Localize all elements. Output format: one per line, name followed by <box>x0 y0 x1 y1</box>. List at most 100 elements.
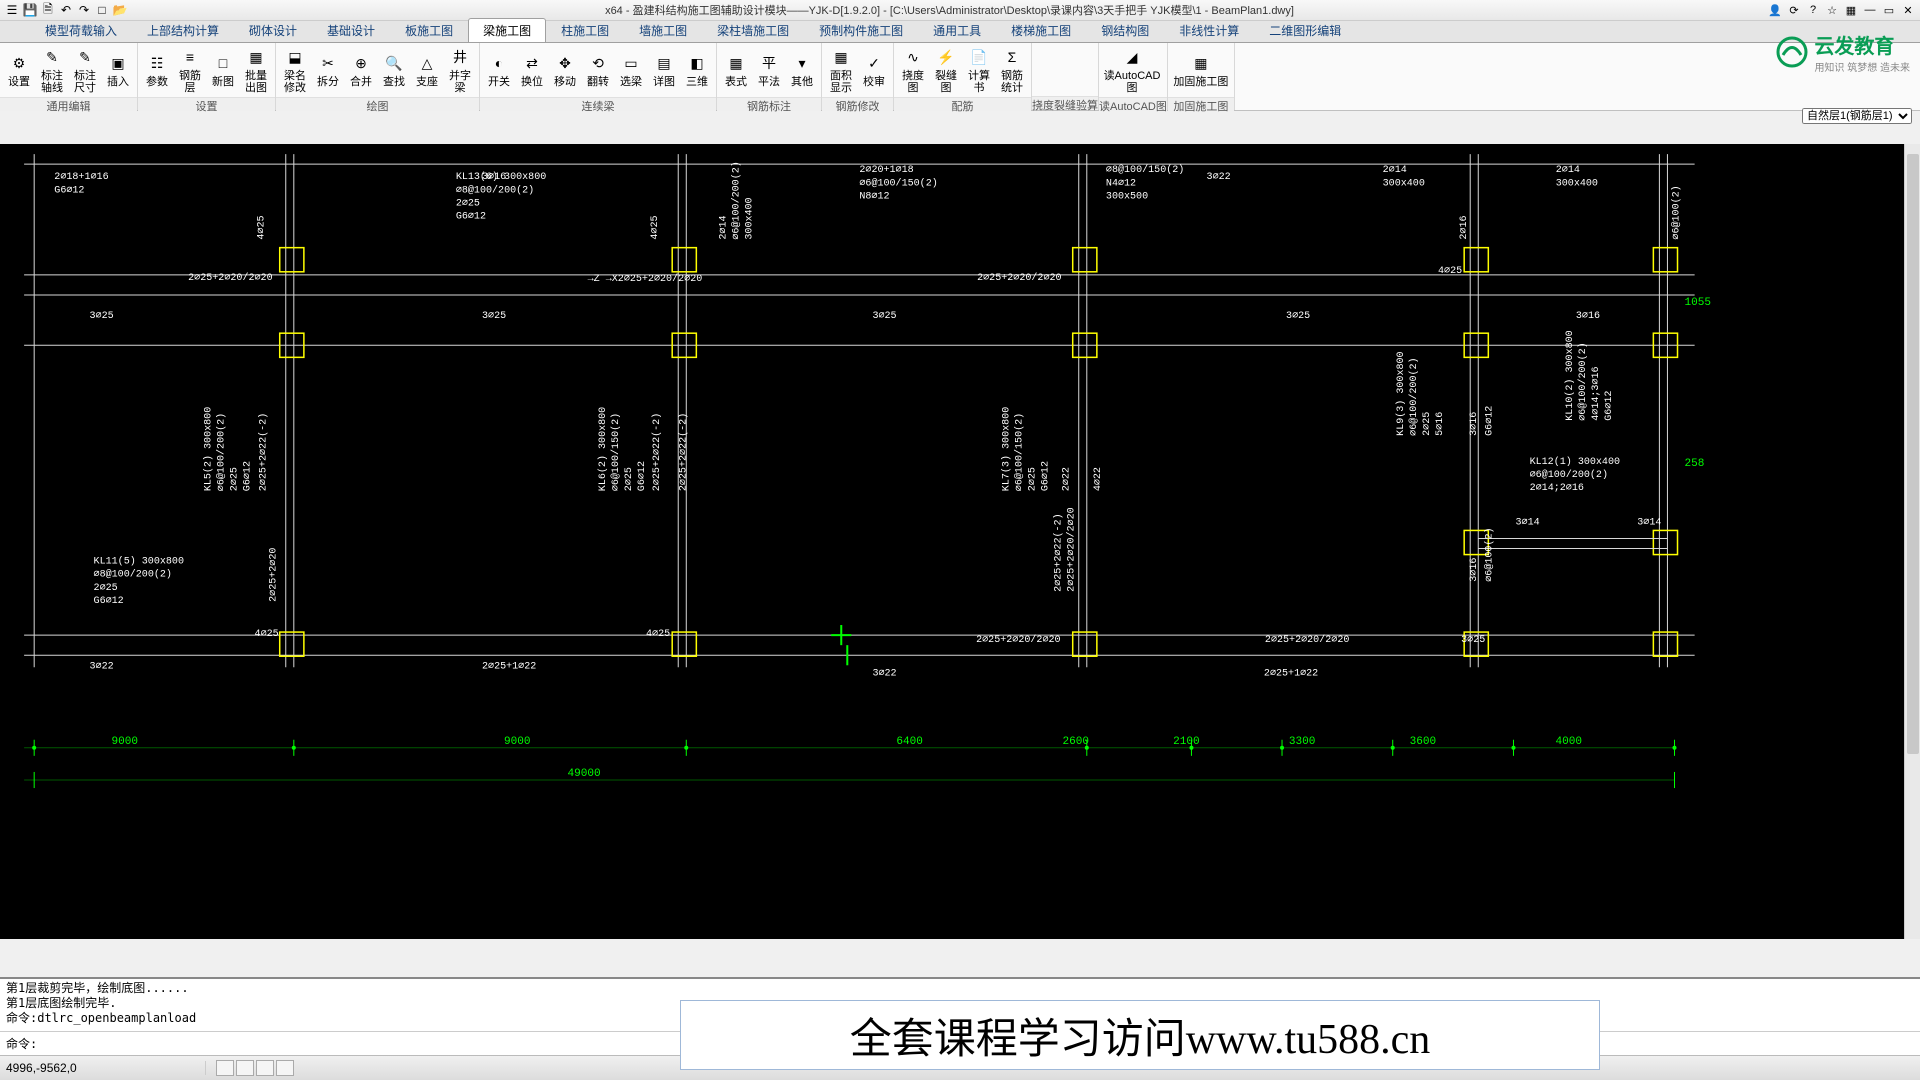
tab-5[interactable]: 梁施工图 <box>468 18 546 42</box>
button-label: 校审 <box>863 76 885 88</box>
svg-text:3⌀14: 3⌀14 <box>1637 517 1661 528</box>
vertical-scrollbar[interactable] <box>1904 144 1920 939</box>
ribbon-button[interactable]: ⊕合并 <box>345 45 377 95</box>
ribbon-button[interactable]: ▦加固施工图 <box>1171 45 1231 95</box>
tab-14[interactable]: 二维图形编辑 <box>1254 18 1356 42</box>
open-icon[interactable]: 📂 <box>112 2 128 18</box>
ribbon-button[interactable]: ◢读AutoCAD图 <box>1102 45 1162 95</box>
ribbon-button[interactable]: △支座 <box>411 45 443 95</box>
button-label: 表式 <box>725 76 747 88</box>
tab-10[interactable]: 通用工具 <box>918 18 996 42</box>
button-icon: ◢ <box>1121 46 1143 68</box>
svg-text:2⌀25+2⌀20/2⌀20: 2⌀25+2⌀20/2⌀20 <box>977 272 1061 284</box>
toggle-button[interactable] <box>216 1060 234 1076</box>
ribbon-button[interactable]: ✎标注轴线 <box>36 45 68 95</box>
redo-icon[interactable]: ↷ <box>76 2 92 18</box>
ribbon-button[interactable]: ▣插入 <box>102 45 134 95</box>
ribbon-button[interactable]: ▤详图 <box>648 45 680 95</box>
svg-text:KL6(2) 300x800: KL6(2) 300x800 <box>597 407 609 491</box>
ribbon-button[interactable]: ✥移动 <box>549 45 581 95</box>
svg-text:G6⌀12: G6⌀12 <box>1041 461 1052 491</box>
close-icon[interactable]: ✕ <box>1900 3 1916 17</box>
svg-text:2⌀22: 2⌀22 <box>1062 467 1073 491</box>
refresh-icon[interactable]: ⟳ <box>1786 3 1802 17</box>
ribbon-button[interactable]: ⚡裂缝图 <box>930 45 962 95</box>
cursor-coordinates: 4996,-9562,0 <box>6 1061 206 1075</box>
ribbon-button[interactable]: ⟲翻转 <box>582 45 614 95</box>
ribbon-button[interactable]: ▦批量出图 <box>240 45 272 95</box>
toggle-button[interactable] <box>256 1060 274 1076</box>
button-label: 读AutoCAD图 <box>1102 70 1162 94</box>
tab-4[interactable]: 板施工图 <box>390 18 468 42</box>
svg-text:N4⌀12: N4⌀12 <box>1106 178 1136 189</box>
ribbon-button[interactable]: ⚙设置 <box>3 45 35 95</box>
ribbon-button[interactable]: 井并字梁 <box>444 45 476 95</box>
user-icon[interactable]: 👤 <box>1767 3 1783 17</box>
svg-text:3⌀25: 3⌀25 <box>1286 311 1310 322</box>
ribbon-button[interactable]: ✎标注尺寸 <box>69 45 101 95</box>
button-icon: ✂ <box>317 52 339 74</box>
new-icon[interactable]: □ <box>94 2 110 18</box>
ribbon-button[interactable]: ☷参数 <box>141 45 173 95</box>
snap-toggles <box>216 1060 294 1076</box>
tab-2[interactable]: 砌体设计 <box>234 18 312 42</box>
svg-text:4⌀25: 4⌀25 <box>1438 266 1462 277</box>
ribbon-button[interactable]: ✂拆分 <box>312 45 344 95</box>
button-label: 开关 <box>488 76 510 88</box>
ribbon-button[interactable]: ∿挠度图 <box>897 45 929 95</box>
svg-text:KL7(3) 300x800: KL7(3) 300x800 <box>1000 407 1012 491</box>
tab-8[interactable]: 梁柱墙施工图 <box>702 18 804 42</box>
tab-11[interactable]: 楼梯施工图 <box>996 18 1086 42</box>
button-icon: ✓ <box>863 52 885 74</box>
ribbon-button[interactable]: ◐开关 <box>483 45 515 95</box>
button-icon: ✥ <box>554 52 576 74</box>
group-label: 钢筋标注 <box>717 97 821 111</box>
tab-3[interactable]: 基础设计 <box>312 18 390 42</box>
save-icon[interactable]: 💾 <box>22 2 38 18</box>
ribbon-button[interactable]: ▭选梁 <box>615 45 647 95</box>
tab-6[interactable]: 柱施工图 <box>546 18 624 42</box>
tab-1[interactable]: 上部结构计算 <box>132 18 234 42</box>
svg-text:2⌀14: 2⌀14 <box>1556 165 1580 176</box>
ribbon-button[interactable]: ✓ 校审 <box>858 45 890 95</box>
group-label: 加固施工图 <box>1168 97 1234 111</box>
ribbon-button[interactable]: ▦面积显示 <box>825 45 857 95</box>
svg-text:4⌀25: 4⌀25 <box>646 629 670 640</box>
group-label: 读AutoCAD图 <box>1099 97 1167 111</box>
svg-text:2⌀18+1⌀16: 2⌀18+1⌀16 <box>54 172 108 183</box>
tab-13[interactable]: 非线性计算 <box>1164 18 1254 42</box>
toggle-button[interactable] <box>276 1060 294 1076</box>
tab-12[interactable]: 钢结构图 <box>1086 18 1164 42</box>
svg-text:3⌀22: 3⌀22 <box>90 661 114 672</box>
ribbon-button[interactable]: ▦表式 <box>720 45 752 95</box>
ribbon-button[interactable]: 🔍查找 <box>378 45 410 95</box>
toggle-button[interactable] <box>236 1060 254 1076</box>
help-icon[interactable]: ? <box>1805 3 1821 17</box>
tab-0[interactable]: 模型荷载输入 <box>30 18 132 42</box>
svg-text:2⌀25: 2⌀25 <box>1027 467 1038 491</box>
ribbon-button[interactable]: 平平法 <box>753 45 785 95</box>
ribbon-button[interactable]: ◧三维 <box>681 45 713 95</box>
layer-selector[interactable]: 自然层1(钢筋层1) <box>1802 108 1912 124</box>
ribbon-button[interactable]: Σ钢筋统计 <box>996 45 1028 95</box>
svg-text:⌀8@100/200(2): ⌀8@100/200(2) <box>94 569 172 581</box>
star-icon[interactable]: ☆ <box>1824 3 1840 17</box>
menu-icon[interactable]: ☰ <box>4 2 20 18</box>
settings-icon[interactable]: ▦ <box>1843 3 1859 17</box>
svg-text:2⌀14: 2⌀14 <box>719 215 730 239</box>
svg-text:2⌀25+2⌀20/2⌀20: 2⌀25+2⌀20/2⌀20 <box>1265 634 1349 646</box>
saveall-icon[interactable]: 🗎 <box>40 2 56 18</box>
undo-icon[interactable]: ↶ <box>58 2 74 18</box>
ribbon-button[interactable]: ⬓梁名修改 <box>279 45 311 95</box>
maximize-icon[interactable]: ▭ <box>1881 3 1897 17</box>
ribbon-button[interactable]: ≡钢筋层 <box>174 45 206 95</box>
tab-9[interactable]: 预制构件施工图 <box>804 18 918 42</box>
tab-7[interactable]: 墙施工图 <box>624 18 702 42</box>
ribbon-button[interactable]: ▾其他 <box>786 45 818 95</box>
drawing-canvas[interactable]: 2⌀18+1⌀16G6⌀123⌀162⌀20+1⌀18⌀6@100/150(2)… <box>0 144 1920 939</box>
ribbon-button[interactable]: □新图 <box>207 45 239 95</box>
minimize-icon[interactable]: — <box>1862 3 1878 17</box>
svg-text:3⌀16: 3⌀16 <box>1469 412 1480 436</box>
ribbon-button[interactable]: ⇄换位 <box>516 45 548 95</box>
ribbon-button[interactable]: 📄计算书 <box>963 45 995 95</box>
